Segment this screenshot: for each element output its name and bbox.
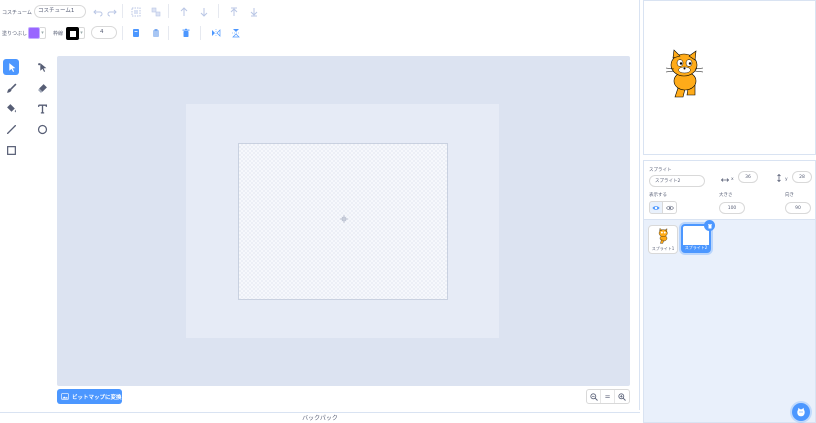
ungroup-button[interactable] bbox=[150, 6, 162, 18]
rectangle-tool[interactable] bbox=[3, 142, 19, 158]
delete-sprite-button[interactable] bbox=[704, 220, 715, 231]
direction-input[interactable]: 90 bbox=[785, 202, 811, 214]
brush-tool[interactable] bbox=[3, 80, 19, 96]
fill-bucket-icon bbox=[6, 103, 16, 112]
costume-name-input[interactable]: コスチューム1 bbox=[34, 5, 86, 18]
fill-label: 塗りつぶし bbox=[2, 31, 28, 37]
center-crosshair-icon bbox=[340, 215, 348, 223]
fill-color-swatch[interactable] bbox=[28, 27, 40, 39]
eraser-icon bbox=[37, 83, 47, 93]
front-button[interactable] bbox=[228, 6, 240, 18]
paste-button[interactable] bbox=[150, 27, 162, 39]
y-input[interactable]: 28 bbox=[792, 171, 812, 183]
text-tool[interactable] bbox=[34, 100, 50, 116]
arrow-down-icon bbox=[200, 8, 208, 17]
zoom-reset-button[interactable]: = bbox=[601, 390, 615, 403]
hide-button[interactable] bbox=[663, 201, 677, 214]
circle-icon bbox=[37, 124, 47, 134]
sprite-info-panel: スプライト スプライト2 x 36 y 28 表示する 大きさ 100 向き 9… bbox=[643, 160, 816, 219]
stage[interactable] bbox=[643, 0, 816, 155]
brush-icon bbox=[6, 83, 16, 93]
trash-icon bbox=[707, 223, 712, 228]
flip-vertical-button[interactable] bbox=[230, 27, 242, 39]
sprite-tile-name: スプライト2 bbox=[683, 245, 709, 251]
undo-button[interactable] bbox=[92, 6, 104, 18]
line-icon bbox=[6, 124, 16, 134]
show-visible-button[interactable] bbox=[649, 201, 663, 214]
y-arrows-icon bbox=[777, 174, 781, 182]
sprite-list-panel: スプライト1 スプライト2 bbox=[643, 219, 816, 423]
size-label: 大きさ bbox=[719, 193, 733, 198]
sprite-tile-selected[interactable]: スプライト2 bbox=[681, 220, 715, 253]
cat-thumbnail-icon bbox=[658, 228, 668, 244]
y-label: y bbox=[785, 177, 788, 182]
show-label: 表示する bbox=[649, 193, 667, 198]
zoom-in-button[interactable] bbox=[615, 390, 629, 403]
direction-label: 向き bbox=[785, 193, 794, 198]
zoom-out-button[interactable] bbox=[587, 390, 601, 403]
convert-to-bitmap-label: ビットマップに変換 bbox=[72, 394, 122, 401]
sprite-tile[interactable]: スプライト1 bbox=[648, 225, 678, 254]
circle-tool[interactable] bbox=[34, 121, 50, 137]
paste-icon bbox=[153, 29, 159, 37]
arrow-select-icon bbox=[8, 62, 15, 72]
text-icon bbox=[37, 104, 47, 114]
convert-to-bitmap-button[interactable]: ビットマップに変換 bbox=[57, 389, 122, 404]
eye-closed-icon bbox=[665, 205, 674, 210]
x-label: x bbox=[731, 177, 734, 182]
group-icon bbox=[131, 7, 141, 17]
reshape-icon bbox=[37, 62, 46, 72]
arrow-bottom-icon bbox=[250, 8, 258, 17]
fill-tool[interactable] bbox=[3, 100, 19, 116]
forward-button[interactable] bbox=[178, 6, 190, 18]
outline-dropdown-icon[interactable]: ▾ bbox=[79, 27, 85, 39]
flip-vertical-icon bbox=[232, 29, 240, 38]
cat-sprite-icon bbox=[665, 49, 704, 98]
arrow-top-icon bbox=[230, 7, 238, 16]
redo-icon bbox=[107, 9, 117, 17]
add-sprite-button[interactable] bbox=[792, 403, 810, 421]
size-input[interactable]: 100 bbox=[719, 202, 745, 214]
delete-button[interactable] bbox=[180, 27, 192, 39]
back-button[interactable] bbox=[248, 6, 260, 18]
select-tool[interactable] bbox=[3, 59, 19, 75]
x-arrows-icon bbox=[721, 178, 729, 182]
costume-label: コスチューム bbox=[2, 10, 32, 16]
eraser-tool[interactable] bbox=[34, 80, 50, 96]
paint-editor: コスチューム コスチューム1 塗りつぶし ▾ 枠線 ▾ 4 ビットマップに変換 … bbox=[0, 0, 640, 410]
sprite-tile-name: スプライト1 bbox=[651, 246, 675, 251]
zoom-out-icon bbox=[589, 392, 598, 401]
line-tool[interactable] bbox=[3, 121, 19, 137]
sprite-name-input[interactable]: スプライト2 bbox=[649, 175, 705, 187]
eye-open-icon bbox=[652, 205, 660, 210]
copy-icon bbox=[133, 29, 139, 37]
flip-horizontal-button[interactable] bbox=[210, 27, 222, 39]
undo-icon bbox=[93, 9, 103, 17]
outline-width-input[interactable]: 4 bbox=[91, 26, 117, 39]
fill-dropdown-icon[interactable]: ▾ bbox=[40, 27, 46, 39]
sprite-label: スプライト bbox=[649, 168, 672, 173]
group-button[interactable] bbox=[130, 6, 142, 18]
outline-color-swatch[interactable] bbox=[66, 27, 79, 40]
image-icon bbox=[61, 393, 69, 400]
copy-button[interactable] bbox=[130, 27, 142, 39]
cat-add-icon bbox=[797, 407, 805, 417]
redo-button[interactable] bbox=[106, 6, 118, 18]
ungroup-icon bbox=[151, 7, 161, 17]
backward-button[interactable] bbox=[198, 6, 210, 18]
zoom-in-icon bbox=[618, 392, 626, 401]
rectangle-icon bbox=[6, 145, 16, 155]
paint-canvas[interactable] bbox=[57, 56, 630, 386]
reshape-tool[interactable] bbox=[34, 59, 50, 75]
arrow-up-icon bbox=[180, 7, 188, 16]
zoom-controls: = bbox=[586, 389, 630, 404]
trash-icon bbox=[182, 28, 190, 37]
x-input[interactable]: 36 bbox=[738, 171, 758, 183]
backpack-bar[interactable]: バックパック bbox=[0, 412, 640, 423]
outline-label: 枠線 bbox=[53, 31, 64, 37]
flip-horizontal-icon bbox=[212, 29, 221, 37]
